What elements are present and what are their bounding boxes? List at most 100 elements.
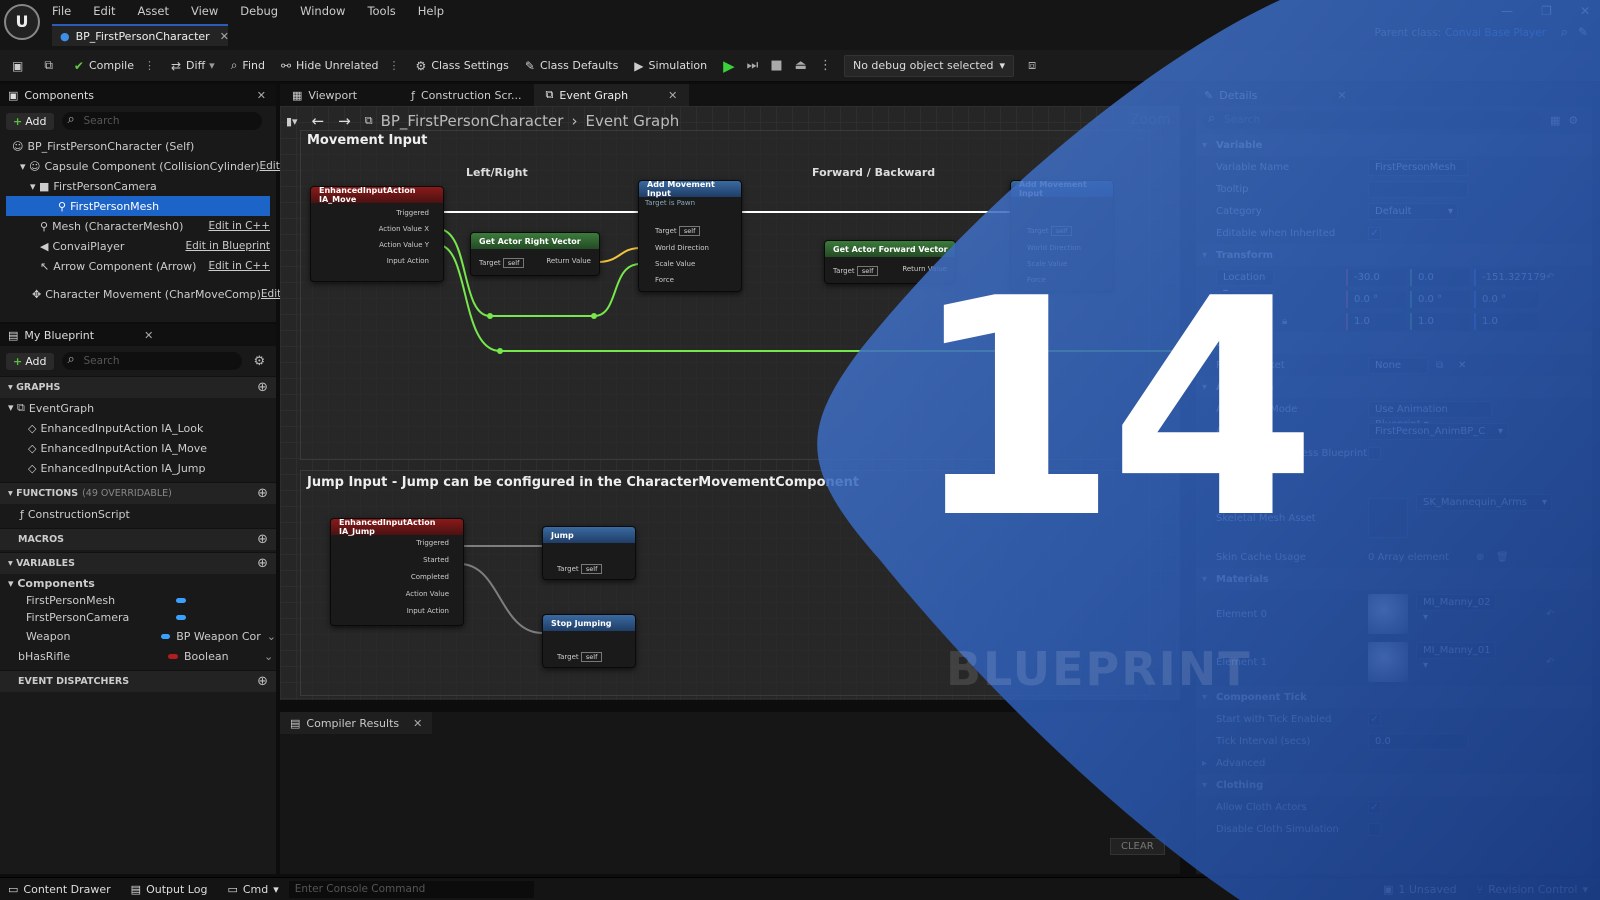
more-options-icon[interactable]: ⋮ (819, 58, 832, 73)
add-macro-icon[interactable]: ⊕ (257, 532, 268, 547)
edit-pencil-icon[interactable]: ✎ (1578, 25, 1588, 39)
gear-icon[interactable]: ⚙ (254, 354, 266, 369)
variable-item[interactable]: FirstPersonMesh (0, 592, 276, 609)
chevron-down-icon[interactable]: ⌄ (264, 650, 273, 663)
component-item-char-movement[interactable]: ✥Character Movement (CharMoveComp)Edit i… (0, 284, 305, 304)
reset-arrow-icon[interactable]: ↶ (1546, 609, 1554, 620)
category-select[interactable]: Default ▾ (1368, 202, 1458, 220)
pin-completed[interactable]: Completed (411, 573, 449, 581)
rotation-x-input[interactable]: 0.0 ° (1346, 290, 1406, 308)
scale-x-input[interactable]: 1.0 (1346, 312, 1406, 330)
node-get-actor-right-vector[interactable]: Get Actor Right Vector Target self Retur… (470, 232, 600, 276)
pin-input-action[interactable]: Input Action (407, 607, 449, 615)
node-jump[interactable]: Jump Target self (542, 526, 636, 580)
content-drawer-button[interactable]: ▭ Content Drawer (8, 883, 111, 896)
pin-target[interactable]: Target (1027, 227, 1049, 235)
section-event-dispatchers[interactable]: EVENT DISPATCHERS ⊕ (0, 670, 276, 692)
details-search-input[interactable]: Search (1202, 110, 1542, 129)
menu-file[interactable]: File (52, 4, 71, 18)
eject-icon[interactable]: ⏏ (795, 58, 807, 73)
event-item-move[interactable]: ◇ EnhancedInputAction IA_Move (0, 438, 276, 458)
event-item-jump[interactable]: ◇ EnhancedInputAction IA_Jump (0, 458, 276, 478)
edit-in-cpp-link[interactable]: Edit in C++ (208, 220, 276, 232)
add-dispatcher-icon[interactable]: ⊕ (257, 674, 268, 689)
menu-debug[interactable]: Debug (240, 4, 278, 18)
location-z-input[interactable]: -151.327179 (1474, 268, 1546, 286)
menu-window[interactable]: Window (300, 4, 345, 18)
menu-asset[interactable]: Asset (138, 4, 169, 18)
scale-z-input[interactable]: 1.0 (1474, 312, 1538, 330)
chevron-down-icon[interactable]: ⌄ (267, 630, 276, 643)
pin-input-action[interactable]: Input Action (387, 257, 429, 265)
event-graph-item[interactable]: ▾ ⧉ EventGraph (0, 398, 276, 418)
my-blueprint-search-input[interactable]: Search (61, 351, 242, 370)
tab-viewport[interactable]: ▦ Viewport (280, 84, 369, 106)
disable-post-process-checkbox[interactable] (1368, 446, 1381, 460)
section-variable[interactable]: Variable (1196, 134, 1592, 156)
section-macros[interactable]: MACROS ⊕ (0, 528, 276, 550)
tab-event-graph[interactable]: ⧉ Event Graph ✕ (533, 84, 690, 106)
node-stop-jumping[interactable]: Stop Jumping Target self (542, 614, 636, 668)
parent-class-link[interactable]: Convai Base Player (1445, 27, 1546, 39)
component-item-self[interactable]: ☺ BP_FirstPersonCharacter (Self) (0, 136, 276, 156)
section-component-tick[interactable]: Component Tick (1196, 686, 1592, 708)
close-icon[interactable]: ✕ (144, 329, 153, 342)
clear-button[interactable]: CLEAR (1110, 838, 1165, 855)
material-1-select[interactable]: MI_Manny_01 ▾ (1416, 642, 1496, 671)
edit-in-cpp-link[interactable]: Edit in C++ (208, 260, 276, 272)
start-tick-checkbox[interactable]: ✓ (1368, 712, 1381, 726)
pin-target[interactable]: Target (655, 227, 677, 235)
section-variables[interactable]: ▾ VARIABLES ⊕ (0, 552, 276, 574)
rotation-y-input[interactable]: 0.0 ° (1410, 290, 1470, 308)
component-item-fp-mesh[interactable]: ⚲ FirstPersonMesh (6, 196, 270, 216)
variable-name-input[interactable]: FirstPersonMesh (1368, 158, 1468, 176)
node-add-movement-input[interactable]: Add Movement Input Target is Pawn Target… (638, 180, 742, 292)
unreal-logo-icon[interactable]: U (4, 4, 40, 40)
section-functions[interactable]: ▾ FUNCTIONS (49 OVERRIDABLE) ⊕ (0, 482, 276, 504)
clear-icon[interactable]: ✕ (1458, 360, 1466, 371)
tab-construction-script[interactable]: ƒ Construction Scr... (399, 84, 533, 106)
pin-target[interactable]: Target (479, 259, 501, 267)
component-item-arrow[interactable]: ↖ Arrow Component (Arrow) Edit in C++ (0, 256, 276, 276)
unsaved-button[interactable]: ▣ 1 Unsaved (1383, 883, 1457, 896)
document-tab[interactable]: ● BP_FirstPersonCharacter ✕ (52, 24, 229, 46)
reset-arrow-icon[interactable]: ↶ (1546, 657, 1554, 668)
debug-object-select[interactable]: No debug object selected ▾ (843, 54, 1014, 77)
section-graphs[interactable]: ▾ GRAPHS ⊕ (0, 376, 276, 398)
components-search-input[interactable]: Search (61, 111, 262, 130)
tab-compiler-results[interactable]: ▤ Compiler Results ✕ (280, 712, 433, 734)
hide-unrelated-button[interactable]: ⚯ Hide Unrelated ⋮ (281, 59, 400, 73)
menu-tools[interactable]: Tools (367, 4, 395, 18)
advanced-row[interactable]: ▸ Advanced (1196, 752, 1592, 774)
close-icon[interactable]: ✕ (220, 30, 229, 43)
add-graph-icon[interactable]: ⊕ (257, 380, 268, 395)
construction-script-item[interactable]: ƒ ConstructionScript (0, 504, 276, 524)
pin-world-direction[interactable]: World Direction (655, 244, 709, 252)
menu-edit[interactable]: Edit (93, 4, 115, 18)
simulation-button[interactable]: ▶ Simulation (634, 59, 707, 73)
skeletal-mesh-select[interactable]: SK_Mannequin_Arms ▾ (1416, 494, 1552, 511)
scale-y-input[interactable]: 1.0 (1410, 312, 1470, 330)
variable-item[interactable]: bHasRifle Boolean ⌄ (0, 646, 276, 666)
pin-force[interactable]: Force (655, 276, 674, 284)
close-icon[interactable]: ✕ (1337, 89, 1346, 102)
animation-mode-select[interactable]: Use Animation Blueprint ▾ (1368, 400, 1492, 430)
section-clothing[interactable]: Clothing (1196, 774, 1592, 796)
node-ia-move[interactable]: EnhancedInputAction IA_Move Triggered Ac… (310, 186, 444, 282)
output-log-button[interactable]: ▤ Output Log (131, 883, 208, 896)
component-item-mesh[interactable]: ⚲ Mesh (CharacterMesh0) Edit in C++ (0, 216, 276, 236)
component-item-convai-player[interactable]: ◀ ConvaiPlayer Edit in Blueprint (0, 236, 276, 256)
variable-item[interactable]: FirstPersonCamera (0, 609, 276, 626)
disable-cloth-checkbox[interactable] (1368, 822, 1381, 836)
restore-icon[interactable]: ❐ (1541, 4, 1552, 18)
close-window-icon[interactable]: ✕ (1580, 4, 1590, 18)
console-input[interactable]: Enter Console Command (288, 880, 534, 898)
close-icon[interactable]: ✕ (257, 89, 266, 102)
find-button[interactable]: ⌕ Find (231, 58, 265, 73)
browse-icon[interactable]: ⧉ (1436, 360, 1443, 371)
add-variable-icon[interactable]: ⊕ (257, 556, 268, 571)
pin-started[interactable]: Started (423, 556, 449, 564)
pin-return-value[interactable]: Return Value (546, 257, 591, 265)
class-defaults-button[interactable]: ✎ Class Defaults (525, 59, 618, 73)
minimize-icon[interactable]: — (1501, 4, 1513, 18)
